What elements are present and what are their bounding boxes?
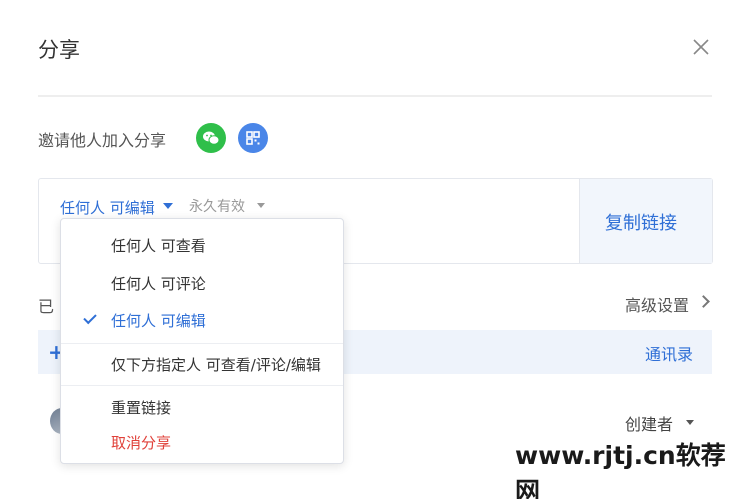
menu-divider [61,343,343,344]
menu-item-reset-link[interactable]: 重置链接 [111,397,171,418]
copy-link-label[interactable]: 复制链接 [605,209,677,235]
chevron-right-icon[interactable] [697,295,710,308]
menu-divider [61,385,343,386]
invite-label: 邀请他人加入分享 [38,131,167,150]
chevron-down-icon[interactable] [257,203,265,208]
close-icon[interactable] [690,36,712,58]
permission-dropdown: 任何人 可查看 任何人 可评论 任何人 可编辑 仅下方指定人 可查看/评论/编辑… [60,218,344,464]
contacts-link[interactable]: 通讯录 [645,341,693,365]
permission-select[interactable]: 任何人 可编辑 [60,197,155,218]
chevron-down-icon[interactable] [686,420,694,425]
shared-section-title: 已 [38,297,55,316]
menu-item-comment[interactable]: 任何人 可评论 [111,273,206,294]
menu-item-view[interactable]: 任何人 可查看 [111,235,206,256]
role-select[interactable]: 创建者 [625,411,673,435]
menu-item-edit[interactable]: 任何人 可编辑 [111,310,206,331]
advanced-settings-link[interactable]: 高级设置 [625,292,689,316]
watermark: www.rjtj.cn软荐网 [515,441,726,499]
chevron-down-icon[interactable] [163,203,173,209]
menu-item-specified-only[interactable]: 仅下方指定人 可查看/评论/编辑 [111,354,321,375]
qrcode-icon[interactable] [238,123,268,153]
header-divider [38,95,712,97]
menu-item-cancel-share[interactable]: 取消分享 [111,432,171,453]
expiry-select[interactable]: 永久有效 [189,196,245,216]
check-icon [83,310,97,325]
dialog-title: 分享 [38,38,80,62]
wechat-icon[interactable] [196,123,226,153]
